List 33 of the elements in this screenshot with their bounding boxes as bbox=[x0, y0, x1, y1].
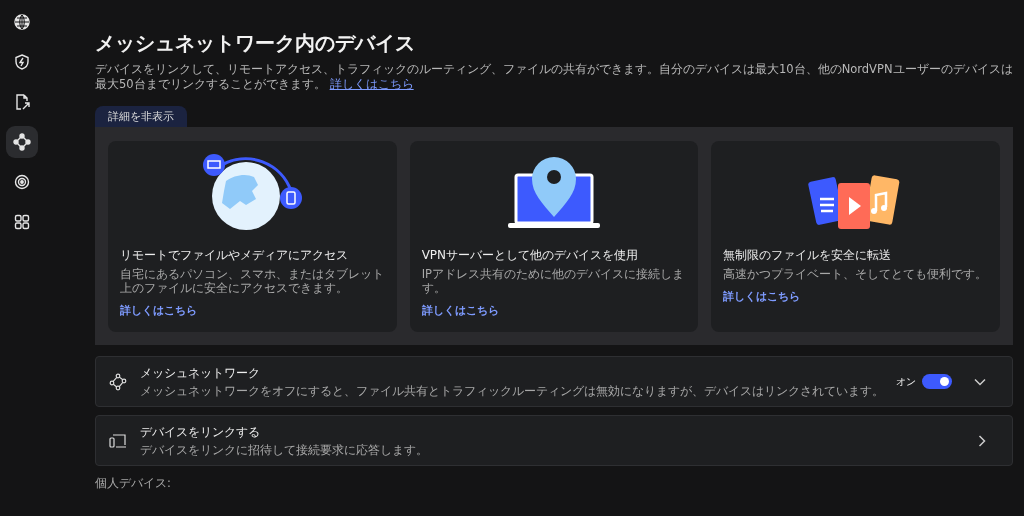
setting-title: メッシュネットワーク bbox=[140, 364, 261, 382]
setting-row[interactable]: メッシュネットワーク メッシュネットワークをオフにすると、ファイル共有とトラフィックルーティングは無効になりますが、デバイスはリンクされています。 オン bbox=[95, 356, 1013, 407]
globe-icon bbox=[13, 13, 31, 31]
radar-icon bbox=[13, 173, 31, 191]
section-label: 個人デバイス: bbox=[95, 476, 172, 491]
toggle-state-label: オン bbox=[896, 374, 916, 389]
card-description: IPアドレス共有のために他のデバイスに接続します。 bbox=[421, 267, 685, 295]
card-title: VPNサーバーとして他のデバイスを使用 bbox=[421, 247, 640, 264]
card-description: 自宅にあるパソコン、スマホ、またはタブレット上のファイルに安全にアクセスできます。 bbox=[120, 267, 385, 295]
card-description: 高速かつプライベート、そしてとても便利です。 bbox=[723, 267, 988, 281]
page-title: メッシュネットワーク内のデバイス bbox=[95, 30, 416, 57]
setting-description: メッシュネットワークをオフにすると、ファイル共有とトラフィックルーティングは無効になりますが、デバイスはリンクされています。 bbox=[140, 383, 885, 399]
setting-description: デバイスをリンクに招待して接続要求に応答します。 bbox=[140, 442, 429, 458]
learn-more-link[interactable]: 詳しくはこちら bbox=[329, 77, 414, 91]
chevron-down-icon[interactable] bbox=[974, 377, 986, 386]
learn-more-link[interactable]: 詳しくはこちら bbox=[723, 289, 988, 304]
mesh-network-icon bbox=[13, 133, 31, 151]
card-title: 無制限のファイルを安全に転送 bbox=[723, 247, 893, 264]
setting-row[interactable]: デバイスをリンクする デバイスをリンクに招待して接続要求に応答します。 bbox=[95, 415, 1013, 466]
learn-more-link[interactable]: 詳しくはこちら bbox=[421, 303, 687, 318]
shield-bolt-icon bbox=[13, 53, 31, 71]
grid-icon bbox=[13, 213, 31, 231]
setting-title: デバイスをリンクする bbox=[140, 423, 261, 441]
mesh-network-icon bbox=[109, 372, 127, 391]
devices-icon bbox=[109, 432, 127, 449]
hide-details-tab[interactable]: 詳細を非表示 bbox=[95, 106, 187, 127]
card-title: リモートでファイルやメディアにアクセス bbox=[120, 247, 349, 264]
file-export-icon bbox=[13, 93, 31, 111]
sidebar-nav-button[interactable] bbox=[6, 126, 38, 158]
page-description: デバイスをリンクして、リモートアクセス、トラフィックのルーティング、ファイルの共有ができます。自分のデバイスは最大10台、他のNordVPNユーザーのデバイスは最大50台までリンクすることができます。 詳しくはこちら bbox=[95, 62, 1013, 92]
chevron-right-icon[interactable] bbox=[978, 434, 986, 447]
toggle-switch[interactable] bbox=[922, 374, 952, 389]
learn-more-link[interactable]: 詳しくはこちら bbox=[120, 303, 385, 318]
